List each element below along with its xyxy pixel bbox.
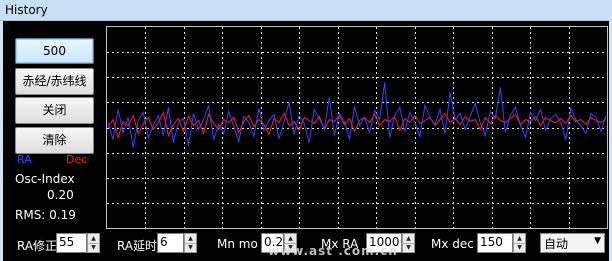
clear-button[interactable]: 清除	[15, 127, 94, 154]
spin-down-icon[interactable]: ▼	[403, 243, 414, 252]
window-titlebar: History	[0, 0, 612, 21]
mx-dec-input[interactable]: 150	[477, 233, 513, 253]
scale-button[interactable]: 500	[15, 38, 94, 64]
mode-select[interactable]: 自动 ▼	[540, 233, 605, 253]
legend-dec: Dec	[66, 153, 88, 166]
mx-dec-spinner[interactable]: ▲ ▼	[513, 233, 526, 253]
ra-fix-label: RA修正	[17, 239, 58, 253]
history-plot-svg	[107, 27, 607, 228]
chevron-down-icon: ▼	[594, 236, 601, 246]
spin-down-icon[interactable]: ▼	[185, 243, 196, 252]
series-line-ra	[107, 82, 607, 148]
window-title: History	[5, 3, 48, 17]
osc-index-label: Osc-Index	[15, 172, 75, 186]
mode-select-value: 自动	[544, 237, 569, 251]
ra-delay-spinner[interactable]: ▲ ▼	[184, 233, 197, 253]
spin-down-icon[interactable]: ▼	[88, 243, 99, 252]
close-button[interactable]: 关闭	[15, 97, 94, 124]
mx-ra-spinner[interactable]: ▲ ▼	[402, 233, 415, 253]
history-plot	[106, 26, 608, 229]
ra-fix-spinner[interactable]: ▲ ▼	[87, 233, 100, 253]
ra-fix-input[interactable]: 55	[56, 233, 87, 253]
spin-down-icon[interactable]: ▼	[514, 243, 525, 252]
ra-delay-label: RA延时	[117, 239, 158, 253]
mx-dec-label: Mx dec	[431, 237, 474, 251]
mn-mo-label: Mn mo	[217, 237, 258, 251]
legend-ra: RA	[17, 153, 32, 166]
ra-delay-input[interactable]: 6	[157, 233, 184, 253]
osc-index-value: 0.20	[47, 188, 74, 202]
rms-value: RMS: 0.19	[15, 208, 76, 222]
ra-dec-lines-button[interactable]: 赤经/赤纬线	[15, 68, 94, 95]
watermark: www.ast .com.cn	[268, 244, 398, 258]
window-border-left	[0, 21, 3, 261]
